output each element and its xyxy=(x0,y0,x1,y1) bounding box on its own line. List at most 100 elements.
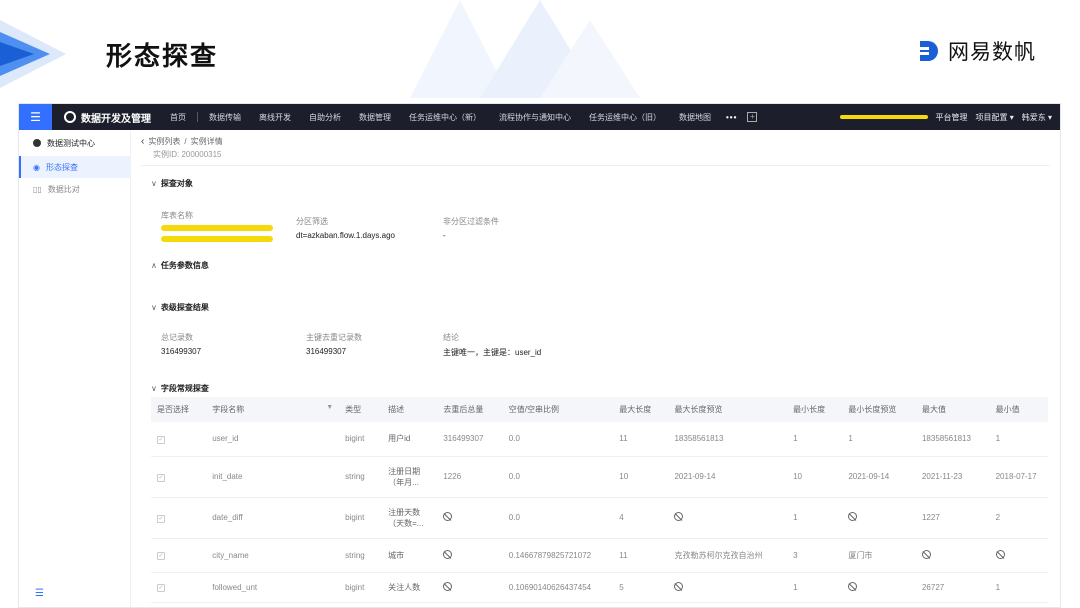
table-cell xyxy=(842,497,916,539)
redacted-table-name xyxy=(161,236,273,242)
cell-text: 1 xyxy=(793,434,798,444)
table-cell: ✓ xyxy=(151,422,207,457)
table-cell: 5 xyxy=(613,572,669,603)
cell-text: 1 xyxy=(793,513,798,522)
section-field-result-header[interactable]: ∨ 字段常规探查 xyxy=(151,383,209,394)
table-cell: 26727 xyxy=(915,572,990,603)
col-distinct-count: 去重后总量 xyxy=(437,397,503,422)
nav-data-map[interactable]: 数据地图 xyxy=(670,112,720,123)
nav-offline-dev[interactable]: 离线开发 xyxy=(250,112,300,123)
sidebar-item-label: 数据比对 xyxy=(47,184,80,194)
cell-text: init_date xyxy=(212,472,243,481)
total-records-value: 316499307 xyxy=(161,347,202,356)
col-min-value: 最小值 xyxy=(989,397,1048,422)
user-menu[interactable]: 韩爱东 ▾ xyxy=(1022,112,1052,123)
col-type: 类型 xyxy=(339,397,383,422)
section-target-header[interactable]: ∨ 探查对象 xyxy=(151,178,193,189)
cell-text: 11 xyxy=(619,434,628,444)
null-value-icon xyxy=(674,512,684,521)
table-cell: 城市 xyxy=(382,538,438,573)
nav-workflow-center[interactable]: 流程协作与通知中心 xyxy=(490,112,580,123)
section-title: 表级探查结果 xyxy=(160,303,209,312)
nav-ops-center-new[interactable]: 任务运维中心（新） xyxy=(400,112,490,123)
row-checkbox[interactable]: ✓ xyxy=(157,514,165,523)
col-min-length-preview: 最小长度预览 xyxy=(842,397,916,422)
nav-divider xyxy=(197,112,198,122)
nav-data-management[interactable]: 数据管理 xyxy=(350,112,400,123)
section-table-result-header[interactable]: ∨ 表级探查结果 xyxy=(151,302,209,313)
cell-text: 11 xyxy=(619,550,628,560)
field-partition: 分区筛选 dt=azkaban.flow.1.days.ago xyxy=(296,216,395,240)
brand: 网易数帆 xyxy=(918,36,1036,66)
filter-icon[interactable]: ▼ xyxy=(326,404,333,411)
total-records-label: 总记录数 xyxy=(161,333,193,342)
sidebar-item-profiling[interactable]: ◉ 形态探查 xyxy=(19,156,130,178)
add-tab-icon[interactable]: + xyxy=(747,112,758,122)
section-title: 字段常规探查 xyxy=(160,384,209,393)
table-cell: 1227 xyxy=(915,497,990,539)
table-cell: ✓ xyxy=(151,497,207,539)
section-params-header[interactable]: ∧ 任务参数信息 xyxy=(151,260,209,271)
null-value-icon xyxy=(443,512,453,521)
table-row: ✓ city_name string 城市 0.14667879825721072 11 克… xyxy=(151,538,1048,573)
table-cell: bigint xyxy=(339,497,383,539)
chevron-up-icon: ∧ xyxy=(151,261,157,270)
table-cell: 用户id xyxy=(382,422,438,457)
table-name-label: 库表名称 xyxy=(161,211,193,220)
table-cell: 0.14667879825721072 xyxy=(502,538,614,573)
cell-text: string xyxy=(345,472,365,481)
row-checkbox[interactable]: ✓ xyxy=(157,473,165,482)
table-cell: init_date xyxy=(206,456,340,498)
table-cell: 2018-07-17 xyxy=(989,456,1048,498)
app-switcher[interactable]: 数据开发及管理 xyxy=(52,110,161,125)
nav-platform-management[interactable]: 平台管理 xyxy=(936,112,968,123)
nonpartition-value: - xyxy=(443,231,446,240)
row-checkbox[interactable]: ✓ xyxy=(157,552,165,560)
table-cell xyxy=(668,497,788,539)
col-field-name-label: 字段名称 xyxy=(212,405,245,414)
table-cell: ✓ xyxy=(151,572,207,603)
col-max-value: 最大值 xyxy=(915,397,990,422)
table-cell: 11 xyxy=(613,422,669,457)
test-center-icon xyxy=(33,139,41,147)
cell-text: bigint xyxy=(345,513,365,522)
col-field-name[interactable]: 字段名称 ▼ xyxy=(206,397,340,422)
breadcrumb: ‹ 实例列表 / 实例详情 xyxy=(141,136,1050,147)
collapse-sidebar-icon[interactable]: ☰ xyxy=(35,588,44,599)
table-cell: 0.0 xyxy=(502,456,614,498)
menu-icon[interactable]: ☰ xyxy=(19,104,52,130)
table-cell: 1 xyxy=(989,422,1048,457)
table-cell: 0.10690140626437454 xyxy=(502,572,614,603)
nav-data-transfer[interactable]: 数据传输 xyxy=(200,112,250,123)
nav-project-config[interactable]: 项目配置 ▾ xyxy=(976,112,1014,123)
cell-text: 0.0 xyxy=(508,513,520,522)
col-description: 描述 xyxy=(382,397,438,422)
row-checkbox[interactable]: ✓ xyxy=(157,435,165,444)
nav-home[interactable]: 首页 xyxy=(161,112,195,123)
cell-text: 10 xyxy=(619,472,629,481)
table-cell: 1 xyxy=(989,572,1048,603)
nav-self-analysis[interactable]: 自助分析 xyxy=(300,112,350,123)
breadcrumb-separator: / xyxy=(184,137,187,146)
cell-text: 1 xyxy=(995,582,1001,592)
table-cell: string xyxy=(339,538,383,573)
redacted-table-name xyxy=(161,225,273,231)
more-icon[interactable]: ••• xyxy=(720,113,743,122)
breadcrumb-instance-list[interactable]: 实例列表 xyxy=(148,136,180,147)
sidebar-item-compare[interactable]: ▯▯ 数据比对 xyxy=(19,178,130,200)
cell-text: 克孜勒苏柯尔克孜自治州 xyxy=(674,550,763,560)
cell-text: 10 xyxy=(793,472,803,481)
sidebar-group-test-center[interactable]: 数据测试中心 xyxy=(19,130,130,156)
section-title: 探查对象 xyxy=(160,179,193,188)
table-cell xyxy=(668,572,788,603)
nav-ops-center-old[interactable]: 任务运维中心（旧） xyxy=(580,112,670,123)
divider xyxy=(141,165,1050,166)
back-arrow-icon[interactable]: ‹ xyxy=(141,136,144,147)
row-checkbox[interactable]: ✓ xyxy=(157,584,165,592)
table-cell: 1 xyxy=(787,422,843,457)
partition-label: 分区筛选 xyxy=(296,217,328,226)
table-cell: 2021-09-14 xyxy=(842,456,916,498)
table-cell: 2021-09-14 xyxy=(668,456,788,498)
col-null-ratio: 空值/空串比例 xyxy=(502,397,614,422)
cell-text: date_diff xyxy=(212,513,243,522)
